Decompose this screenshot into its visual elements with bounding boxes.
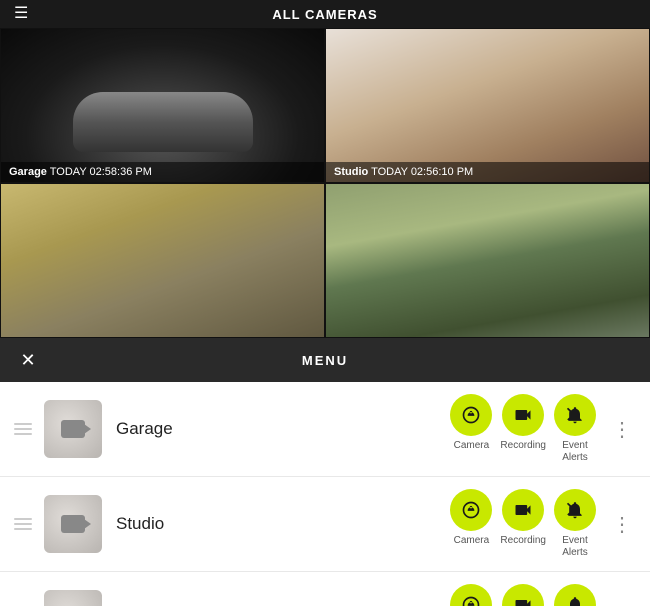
camera-name-garage: Garage <box>116 419 450 439</box>
camera-cell-yard[interactable] <box>325 183 650 338</box>
camera-cell-garage[interactable]: Garage TODAY 02:58:36 PM <box>0 28 325 183</box>
page-title: ALL CAMERAS <box>272 7 377 22</box>
camera-name-studio: Studio <box>116 514 450 534</box>
action-alerts-patio: EventAlerts <box>554 584 596 606</box>
camera-list: Garage Camera Recording <box>0 382 650 606</box>
top-bar: ☰ ALL CAMERAS <box>0 0 650 28</box>
action-group-patio: Camera Recording EventAlerts <box>450 584 596 606</box>
camera-cell-studio[interactable]: Studio TODAY 02:56:10 PM <box>325 28 650 183</box>
alerts-label-text-studio: EventAlerts <box>562 535 588 559</box>
recording-button-patio[interactable] <box>502 584 544 606</box>
action-alerts-garage: EventAlerts <box>554 394 596 464</box>
menu-bar: ✕ MENU <box>0 338 650 382</box>
recording-label-text-studio: Recording <box>500 535 546 547</box>
recording-button-garage[interactable] <box>502 394 544 436</box>
list-item-studio: Studio Camera Recording <box>0 477 650 572</box>
drag-handle-garage[interactable] <box>14 423 32 435</box>
list-item-garage: Garage Camera Recording <box>0 382 650 477</box>
camera-grid: Garage TODAY 02:58:36 PM Studio TODAY 02… <box>0 28 650 338</box>
recording-label-text-garage: Recording <box>500 440 546 452</box>
thumbnail-studio <box>44 495 102 553</box>
camera-button-studio[interactable] <box>450 489 492 531</box>
alerts-button-patio[interactable] <box>554 584 596 606</box>
camera-cell-porch[interactable] <box>0 183 325 338</box>
close-button[interactable]: ✕ <box>14 346 42 374</box>
thumbnail-patio <box>44 590 102 606</box>
action-group-garage: Camera Recording EventAlerts <box>450 394 596 464</box>
drag-handle-studio[interactable] <box>14 518 32 530</box>
camera-button-garage[interactable] <box>450 394 492 436</box>
menu-title: MENU <box>302 353 348 368</box>
recording-button-studio[interactable] <box>502 489 544 531</box>
camera-label-text-garage: Camera <box>454 440 490 452</box>
alerts-button-garage[interactable] <box>554 394 596 436</box>
thumbnail-garage <box>44 400 102 458</box>
menu-icon[interactable]: ☰ <box>14 6 28 22</box>
action-camera-studio: Camera <box>450 489 492 547</box>
action-group-studio: Camera Recording EventAlerts <box>450 489 596 559</box>
camera-button-patio[interactable] <box>450 584 492 606</box>
alerts-label-text-garage: EventAlerts <box>562 440 588 464</box>
camera-label-text-studio: Camera <box>454 535 490 547</box>
actions-garage: Camera Recording EventAlerts ⋮ <box>450 394 636 464</box>
alerts-button-studio[interactable] <box>554 489 596 531</box>
action-camera-garage: Camera <box>450 394 492 452</box>
action-recording-garage: Recording <box>500 394 546 452</box>
action-alerts-studio: EventAlerts <box>554 489 596 559</box>
camera-label-studio: Studio TODAY 02:56:10 PM <box>326 162 649 182</box>
actions-studio: Camera Recording EventAlerts ⋮ <box>450 489 636 559</box>
camera-label-garage: Garage TODAY 02:58:36 PM <box>1 162 324 182</box>
more-button-garage[interactable]: ⋮ <box>608 407 636 451</box>
action-camera-patio: Camera <box>450 584 492 606</box>
action-recording-patio: Recording <box>500 584 546 606</box>
more-button-patio[interactable]: ⋮ <box>608 597 636 606</box>
more-button-studio[interactable]: ⋮ <box>608 502 636 546</box>
list-item-patio: Patio Camera Recording <box>0 572 650 606</box>
action-recording-studio: Recording <box>500 489 546 547</box>
actions-patio: Camera Recording EventAlerts ⋮ <box>450 584 636 606</box>
